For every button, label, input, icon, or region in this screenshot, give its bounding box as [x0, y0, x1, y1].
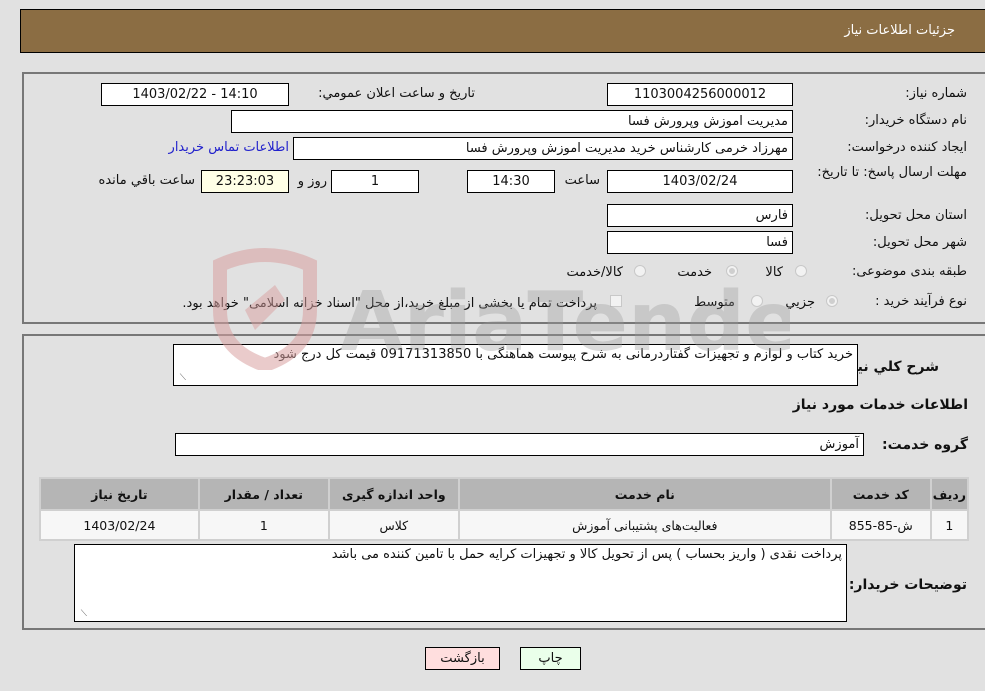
print-button[interactable]: چاپ	[520, 647, 581, 670]
cell-quantity: 1	[199, 511, 328, 539]
col-service-name: نام خدمت	[459, 479, 830, 509]
col-service-code: کد خدمت	[831, 479, 930, 509]
announce-label: تاریخ و ساعت اعلان عمومي:	[318, 86, 475, 101]
category-radio-service[interactable]	[726, 265, 738, 277]
cell-unit: کلاس	[329, 511, 458, 539]
need-number-label: شماره نیاز:	[905, 86, 967, 101]
deadline-date-field[interactable]: 1403/02/24	[607, 170, 793, 193]
back-button[interactable]: بازگشت	[425, 647, 500, 670]
process-option-minor: جزيي	[785, 295, 815, 310]
province-label: استان محل تحویل:	[865, 208, 967, 223]
creator-label: ایجاد کننده درخواست:	[847, 140, 967, 155]
process-radio-minor[interactable]	[826, 295, 838, 307]
process-radio-medium[interactable]	[751, 295, 763, 307]
province-field[interactable]: فارس	[607, 204, 793, 227]
remaining-time-field: 23:23:03	[201, 170, 289, 193]
days-field[interactable]: 1	[331, 170, 419, 193]
deadline-label: مهلت ارسال پاسخ: تا تاریخ:	[817, 165, 967, 180]
table-header-row: ردیف کد خدمت نام خدمت واحد اندازه گیری ت…	[41, 479, 967, 509]
page-header: جزئیات اطلاعات نیاز	[20, 9, 985, 53]
category-label: طبقه بندی موضوعی:	[851, 264, 967, 279]
service-group-label: گروه خدمت:	[882, 437, 968, 453]
col-unit: واحد اندازه گیری	[329, 479, 458, 509]
summary-textarea[interactable]: خرید کتاب و لوازم و تجهیزات گفتاردرمانی …	[173, 344, 858, 386]
treasury-checkbox[interactable]	[610, 295, 622, 307]
city-field[interactable]: فسا	[607, 231, 793, 254]
announce-field[interactable]: 1403/02/22 - 14:10	[101, 83, 289, 106]
col-quantity: تعداد / مقدار	[199, 479, 328, 509]
services-table-wrap: ردیف کد خدمت نام خدمت واحد اندازه گیری ت…	[39, 477, 969, 541]
cell-need-date: 1403/02/24	[41, 511, 198, 539]
buyer-org-label: نام دستگاه خریدار:	[864, 113, 967, 128]
buyer-notes-text: پرداخت نقدی ( واریز بحساب ) پس از تحویل …	[331, 547, 842, 562]
deadline-time-field[interactable]: 14:30	[467, 170, 555, 193]
process-label: نوع فرآیند خرید :	[875, 294, 967, 309]
buyer-notes-label: توضیحات خریدار:	[848, 577, 967, 593]
resize-grip-icon[interactable]: ⟋	[77, 609, 87, 619]
col-row-number: ردیف	[931, 479, 967, 509]
cell-row-number: 1	[931, 511, 967, 539]
remaining-label: ساعت باقي مانده	[98, 173, 195, 188]
cell-service-name: فعالیت‌های پشتیبانی آموزش	[459, 511, 830, 539]
category-radio-goods[interactable]	[795, 265, 807, 277]
col-need-date: تاریخ نیاز	[41, 479, 198, 509]
services-section-title: اطلاعات خدمات مورد نیاز	[792, 397, 968, 413]
category-option-goods: کالا	[765, 265, 783, 280]
services-table: ردیف کد خدمت نام خدمت واحد اندازه گیری ت…	[39, 477, 969, 541]
days-label: روز و	[297, 174, 327, 189]
buyer-org-field[interactable]: مدیریت اموزش وپرورش فسا	[231, 110, 793, 133]
cell-service-code: ش-85-855	[831, 511, 930, 539]
table-row: 1 ش-85-855 فعالیت‌های پشتیبانی آموزش کلا…	[41, 511, 967, 539]
category-option-service: خدمت	[677, 265, 712, 280]
category-radio-goods-service[interactable]	[634, 265, 646, 277]
summary-text: خرید کتاب و لوازم و تجهیزات گفتاردرمانی …	[273, 347, 853, 362]
buyer-notes-textarea[interactable]: پرداخت نقدی ( واریز بحساب ) پس از تحویل …	[74, 544, 847, 622]
treasury-note: پرداخت تمام یا بخشی از مبلغ خرید،از محل …	[182, 296, 597, 311]
category-option-goods-service: کالا/خدمت	[566, 265, 623, 280]
page-title: جزئیات اطلاعات نیاز	[844, 23, 955, 38]
need-number-field[interactable]: 1103004256000012	[607, 83, 793, 106]
buyer-contact-link[interactable]: اطلاعات تماس خریدار	[169, 140, 289, 155]
process-option-medium: متوسط	[694, 295, 735, 310]
service-group-field[interactable]: آموزش	[175, 433, 864, 456]
creator-field[interactable]: مهرزاد خرمی کارشناس خرید مدیریت اموزش وپ…	[293, 137, 793, 160]
deadline-time-label: ساعت	[564, 173, 600, 188]
resize-grip-icon[interactable]: ⟋	[176, 373, 186, 383]
city-label: شهر محل تحویل:	[872, 235, 967, 250]
